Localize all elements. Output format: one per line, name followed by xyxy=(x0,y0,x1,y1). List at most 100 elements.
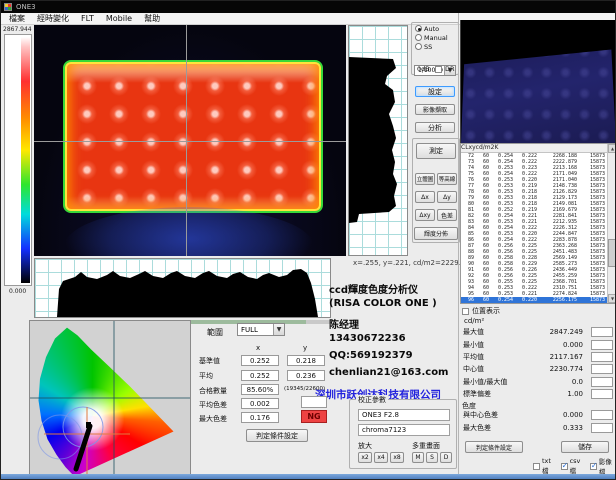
x-value: 0.252 xyxy=(241,370,279,381)
scroll-up-icon[interactable]: ▲ xyxy=(608,144,616,153)
judge-box xyxy=(591,377,613,387)
judge-box xyxy=(591,389,613,399)
luminance-dist-button[interactable]: 輝度分佈 xyxy=(414,227,458,240)
window-title: ONE3 xyxy=(16,3,36,11)
stat-value: 2117.167 xyxy=(513,353,583,361)
vendor-info-line: 13430672236 xyxy=(329,333,461,350)
radio-icon[interactable] xyxy=(415,34,422,41)
panel-divider xyxy=(458,13,459,474)
radio-icon[interactable] xyxy=(415,43,422,50)
multiscreen-button[interactable]: S xyxy=(426,452,438,463)
measurement-table: CLxycd/m2K 72 60 0.254 0.222 2268.188 15… xyxy=(460,143,616,304)
vendor-info-line: 陈经理 xyxy=(329,316,461,333)
menu-item[interactable]: FLT xyxy=(81,14,94,23)
range-select[interactable]: FULL ▼ xyxy=(237,323,285,336)
luminance-stats: 最大值 2847.249 最小值 0.000 平均值 2117.167 中心值 … xyxy=(463,326,613,400)
menu-item[interactable]: 幫助 xyxy=(144,13,160,24)
colorbar-min-value: 0.000 xyxy=(9,288,26,295)
position-display-row[interactable]: 位置表示 xyxy=(462,306,500,316)
capture-button[interactable]: 影像擷取 xyxy=(415,104,455,115)
vendor-info-line: chenlian21@163.com xyxy=(329,367,461,384)
position-display-label: 位置表示 xyxy=(472,306,500,316)
settings-button[interactable]: 設定 xyxy=(415,86,455,97)
zoom-button[interactable]: x2 xyxy=(358,452,372,463)
file-format-option[interactable]: csv檔 xyxy=(561,456,584,476)
menu-item[interactable]: 經時變化 xyxy=(37,13,69,24)
file-format-checkbox[interactable] xyxy=(590,463,597,470)
position-display-checkbox[interactable] xyxy=(462,308,469,315)
chevron-down-icon[interactable]: ▼ xyxy=(273,324,284,335)
save-button[interactable]: 儲存 xyxy=(561,441,609,453)
center-xy-rows: 基準值 0.252 0.218 平均 0.252 0.236 xyxy=(199,353,339,383)
stat-row: 最小值 0.000 xyxy=(463,338,613,350)
delta-xy-button[interactable]: Δxy xyxy=(415,209,435,221)
app-icon xyxy=(4,3,12,11)
judge-box xyxy=(591,423,613,433)
colorbar-gradient xyxy=(21,37,30,283)
file-format-option[interactable]: txt檔 xyxy=(533,456,555,476)
calibration-param2-input[interactable]: chroma7123 xyxy=(358,424,450,436)
stat-row: 中心值 2230.774 xyxy=(463,363,613,375)
multiscreen-buttons: MSD xyxy=(412,452,452,463)
table-scrollbar[interactable]: ▲ ▼ xyxy=(607,144,616,303)
unit-label: cd/m² xyxy=(464,317,484,325)
file-format-label: 影像檔 xyxy=(599,456,615,476)
colordiff-button[interactable]: 色差 xyxy=(437,209,457,221)
judge-condition-button-center[interactable]: 判定條件設定 xyxy=(246,429,308,442)
radio-icon[interactable] xyxy=(415,25,422,32)
delta-y-button[interactable]: Δy xyxy=(437,191,457,203)
table-scrollbar-thumb[interactable] xyxy=(608,239,616,267)
stat-label: 標準偏差 xyxy=(463,389,491,399)
luminance-heatmap[interactable] xyxy=(34,25,346,256)
table-header: CLxycd/m2K xyxy=(461,144,616,153)
multiscreen-button[interactable]: M xyxy=(412,452,424,463)
zoom-button[interactable]: x4 xyxy=(374,452,388,463)
table-row-selected[interactable]: 96 60 0.254 0.220 2256.175 15873 xyxy=(461,297,616,303)
cie-overlay xyxy=(30,321,191,479)
judge-box xyxy=(591,340,613,350)
stat-label: 最大值 xyxy=(463,327,484,337)
file-format-checkbox[interactable] xyxy=(533,463,540,470)
multiscreen-label: 多重畫面 xyxy=(412,441,440,451)
horizontal-profile-shape xyxy=(35,259,330,317)
analyze-button[interactable]: 分析 xyxy=(415,122,455,133)
y-value: 0.218 xyxy=(287,355,325,366)
vendor-info-line: QQ:569192379 xyxy=(329,350,461,367)
calibration-param1-input[interactable]: ONE3 F2.8 xyxy=(358,409,450,421)
judge-box xyxy=(591,327,613,337)
dr-checkbox-row[interactable]: DR xyxy=(435,65,455,73)
zoom-button[interactable]: x8 xyxy=(390,452,404,463)
zoom-label: 放大 xyxy=(358,441,372,451)
dr-checkbox[interactable] xyxy=(435,66,442,73)
heatmap-blue-glow xyxy=(64,207,314,256)
calibration-group-label: 校正參數 xyxy=(356,395,388,405)
file-format-checkbox[interactable] xyxy=(561,463,568,470)
view3d-button[interactable]: 立體圖 xyxy=(415,173,435,185)
contour-button[interactable]: 等高線 xyxy=(437,173,457,185)
table-column-header: cd/m2 xyxy=(476,144,495,152)
colorbar-max-value: 2867.944 xyxy=(3,26,32,33)
exposure-mode-option[interactable]: SS xyxy=(415,42,448,51)
file-format-options: txt檔 csv檔 影像檔 xyxy=(533,456,615,476)
judge-box xyxy=(591,364,613,374)
scroll-down-icon[interactable]: ▼ xyxy=(608,294,616,303)
exposure-mode-option[interactable]: Manual xyxy=(415,33,448,42)
delta-x-button[interactable]: Δx xyxy=(415,191,435,203)
x-value: 0.252 xyxy=(241,355,279,366)
zoom-buttons: x2x4x8 xyxy=(358,452,404,463)
menu-item[interactable]: Mobile xyxy=(106,14,132,23)
stat-value: 0.000 xyxy=(513,341,583,349)
multiscreen-button[interactable]: D xyxy=(440,452,452,463)
stat-row: 最大值 2847.249 xyxy=(463,326,613,338)
menu-item[interactable]: 檔案 xyxy=(9,13,25,24)
exposure-mode-label: Manual xyxy=(424,34,448,42)
stat-label: 最小值 xyxy=(463,340,484,350)
measure-button[interactable]: 測定 xyxy=(416,143,456,159)
judge-condition-button-right[interactable]: 判定條件設定 xyxy=(465,441,523,453)
vertical-luminance-profile xyxy=(348,25,408,256)
cie-chromaticity-diagram xyxy=(29,320,191,479)
exposure-mode-option[interactable]: Auto xyxy=(415,24,448,33)
title-bar[interactable]: ONE3 xyxy=(1,1,616,13)
file-format-option[interactable]: 影像檔 xyxy=(590,456,615,476)
exposure-modes: Auto Manual SS xyxy=(415,24,448,51)
